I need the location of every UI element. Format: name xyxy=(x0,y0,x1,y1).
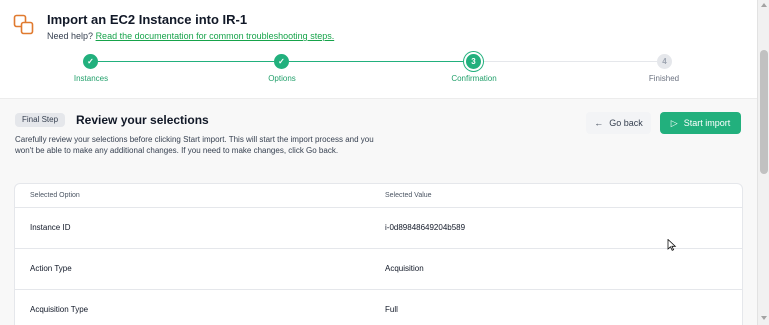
arrow-left-icon: ← xyxy=(594,118,604,128)
header-selected-option: Selected Option xyxy=(30,192,80,199)
step-2-label: Options xyxy=(268,74,296,83)
scroll-up-icon[interactable] xyxy=(761,3,767,7)
go-back-button[interactable]: ← Go back xyxy=(586,112,651,134)
page: Import an EC2 Instance into IR-1 Need he… xyxy=(0,0,757,325)
step-3-number: 3 xyxy=(466,54,481,69)
mouse-cursor-icon xyxy=(667,239,677,251)
table-header: Selected Option Selected Value xyxy=(15,184,742,208)
start-import-button[interactable]: ▷ Start import xyxy=(660,112,741,134)
review-description: Carefully review your selections before … xyxy=(15,135,374,155)
selections-table: Selected Option Selected Value Instance … xyxy=(14,183,743,325)
play-icon: ▷ xyxy=(670,117,678,128)
scroll-thumb[interactable] xyxy=(760,50,768,174)
step-2-check-icon: ✓ xyxy=(274,54,289,69)
step-4-number: 4 xyxy=(657,54,672,69)
stepper-line-1 xyxy=(98,61,274,62)
final-step-badge: Final Step xyxy=(15,113,66,127)
step-3-label: Confirmation xyxy=(451,74,497,83)
go-back-label: Go back xyxy=(609,118,643,128)
value-cell: i-0d89848649204b589 xyxy=(385,223,466,232)
table-row: Action Type Acquisition xyxy=(15,249,742,290)
header-selected-value: Selected Value xyxy=(385,192,432,199)
page-header: Import an EC2 Instance into IR-1 Need he… xyxy=(0,0,757,99)
value-cell: Acquisition xyxy=(385,264,424,273)
value-cell: Full xyxy=(385,305,398,314)
option-cell: Action Type xyxy=(30,264,72,273)
stepper-line-3 xyxy=(481,61,657,62)
table-row: Instance ID i-0d89848649204b589 xyxy=(15,208,742,249)
page-title: Import an EC2 Instance into IR-1 xyxy=(47,12,248,27)
help-prefix: Need help? xyxy=(47,31,94,41)
stepper-line-2 xyxy=(289,61,466,62)
section-title: Review your selections xyxy=(76,113,209,127)
copy-stack-icon xyxy=(13,14,34,35)
scroll-down-icon[interactable] xyxy=(761,316,767,320)
vertical-scrollbar[interactable] xyxy=(757,0,769,325)
start-import-label: Start import xyxy=(683,118,731,128)
option-cell: Acquisition Type xyxy=(30,305,89,314)
import-stepper: ✓ Instances ✓ Options 3 Confirmation 4 F… xyxy=(0,54,757,88)
documentation-link[interactable]: Read the documentation for common troubl… xyxy=(96,31,335,41)
help-text: Need help? Read the documentation for co… xyxy=(47,31,334,41)
step-4-label: Finished xyxy=(648,74,680,83)
step-1-check-icon: ✓ xyxy=(83,54,98,69)
option-cell: Instance ID xyxy=(30,223,71,232)
table-row: Acquisition Type Full xyxy=(15,290,742,325)
step-1-label: Instances xyxy=(73,74,109,83)
